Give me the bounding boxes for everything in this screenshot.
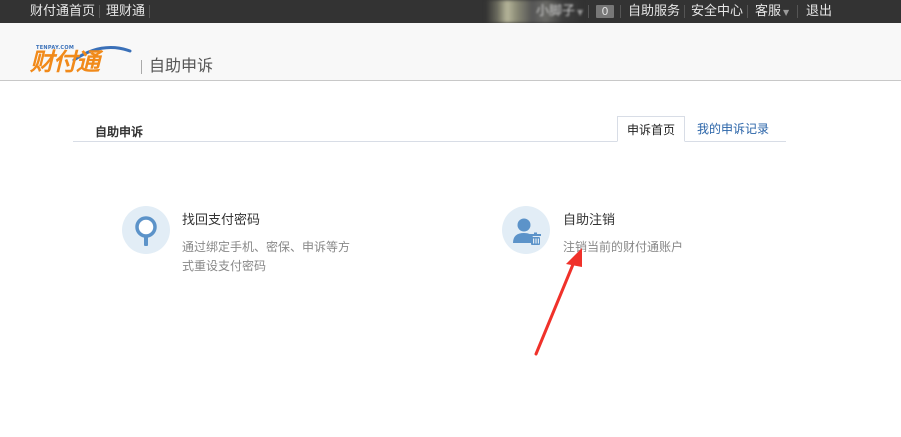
self-service-link[interactable]: 自助服务 bbox=[628, 0, 680, 23]
customer-service-menu[interactable]: 客服 ▼ bbox=[755, 0, 789, 23]
tab-appeal-records[interactable]: 我的申诉记录 bbox=[691, 116, 775, 142]
magnifier-icon bbox=[135, 216, 157, 246]
logo-text: 财付通 bbox=[30, 48, 100, 76]
header-divider bbox=[141, 60, 142, 74]
logout-link[interactable]: 退出 bbox=[806, 0, 832, 23]
page-header: TENPAY.COM 财付通 自助申诉 bbox=[0, 23, 901, 81]
chevron-down-icon: ▼ bbox=[783, 8, 790, 17]
separator bbox=[797, 5, 798, 18]
page-title: 自助申诉 bbox=[149, 56, 214, 75]
user-name[interactable]: 小脚子 ▼ bbox=[536, 0, 583, 23]
find-password-icon-circle[interactable] bbox=[122, 206, 170, 254]
cancel-account-description: 注销当前的财付通账户 bbox=[563, 240, 684, 254]
separator bbox=[588, 5, 589, 18]
separator bbox=[747, 5, 748, 18]
separator bbox=[684, 5, 685, 18]
tenpay-logo[interactable]: TENPAY.COM 财付通 bbox=[30, 45, 134, 75]
separator bbox=[99, 5, 100, 18]
separator bbox=[620, 5, 621, 18]
security-center-link[interactable]: 安全中心 bbox=[691, 0, 743, 23]
top-navigation-bar: 财付通首页 理财通 小脚子 ▼ 0 自助服务 安全中心 客服 ▼ 退出 bbox=[0, 0, 901, 23]
chevron-down-icon: ▼ bbox=[577, 8, 584, 17]
finance-link[interactable]: 理财通 bbox=[106, 0, 145, 23]
find-password-title[interactable]: 找回支付密码 bbox=[182, 212, 260, 230]
cancel-account-title[interactable]: 自助注销 bbox=[563, 212, 615, 230]
tab-appeal-home[interactable]: 申诉首页 bbox=[617, 116, 685, 142]
section-title: 自助申诉 bbox=[95, 125, 144, 139]
message-count-badge[interactable]: 0 bbox=[596, 5, 614, 18]
user-trash-icon bbox=[513, 218, 541, 245]
cancel-account-icon-circle[interactable] bbox=[502, 206, 550, 254]
tenpay-home-link[interactable]: 财付通首页 bbox=[30, 0, 95, 23]
separator bbox=[149, 5, 150, 18]
find-password-description: 通过绑定手机、密保、申诉等方式重设支付密码 bbox=[182, 240, 351, 273]
